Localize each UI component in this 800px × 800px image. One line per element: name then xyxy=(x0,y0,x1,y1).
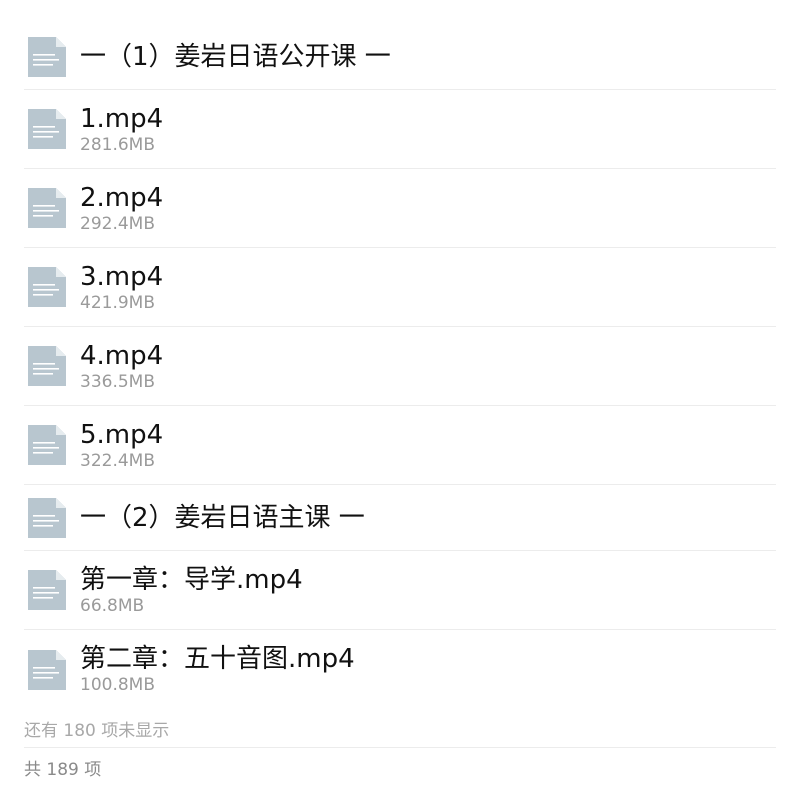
item-size: 66.8MB xyxy=(80,595,145,616)
list-item-folder-header[interactable]: 一（2）姜岩日语主课 一 xyxy=(24,485,776,551)
item-title: 1.mp4 xyxy=(80,103,164,134)
item-title: 4.mp4 xyxy=(80,340,164,371)
document-icon xyxy=(28,346,66,386)
list-item-file[interactable]: 第二章：五十音图.mp4 100.8MB xyxy=(24,630,776,709)
document-icon xyxy=(28,36,66,77)
item-size: 281.6MB xyxy=(80,134,155,155)
item-size: 322.4MB xyxy=(80,450,155,471)
item-size: 336.5MB xyxy=(80,371,155,392)
item-title: 5.mp4 xyxy=(80,419,164,450)
item-size: 421.9MB xyxy=(80,292,155,313)
document-icon xyxy=(28,109,66,149)
list-item-file[interactable]: 5.mp4 322.4MB xyxy=(24,406,776,485)
file-list: 一（1）姜岩日语公开课 一 1.mp4 281.6MB 2.mp4 292.4M… xyxy=(24,24,776,787)
item-title: 第二章：五十音图.mp4 xyxy=(80,644,355,674)
document-icon xyxy=(28,649,66,690)
total-count: 共 189 项 xyxy=(24,760,102,780)
more-items-notice: 还有 180 项未显示 xyxy=(24,709,776,748)
item-size: 292.4MB xyxy=(80,213,155,234)
item-title: 一（2）姜岩日语主课 一 xyxy=(80,502,365,533)
item-title: 一（1）姜岩日语公开课 一 xyxy=(80,41,391,72)
document-icon xyxy=(28,188,66,228)
list-item-file[interactable]: 1.mp4 281.6MB xyxy=(24,90,776,169)
item-title: 2.mp4 xyxy=(80,182,164,213)
document-icon xyxy=(28,267,66,307)
document-icon xyxy=(28,425,66,465)
item-size: 100.8MB xyxy=(80,675,155,695)
list-item-file[interactable]: 第一章：导学.mp4 66.8MB xyxy=(24,551,776,630)
document-icon xyxy=(28,497,66,538)
document-icon xyxy=(28,570,66,610)
list-item-file[interactable]: 3.mp4 421.9MB xyxy=(24,248,776,327)
list-item-file[interactable]: 4.mp4 336.5MB xyxy=(24,327,776,406)
item-title: 第一章：导学.mp4 xyxy=(80,564,303,595)
list-item-file[interactable]: 2.mp4 292.4MB xyxy=(24,169,776,248)
list-item-folder-header[interactable]: 一（1）姜岩日语公开课 一 xyxy=(24,24,776,90)
item-title: 3.mp4 xyxy=(80,261,164,292)
